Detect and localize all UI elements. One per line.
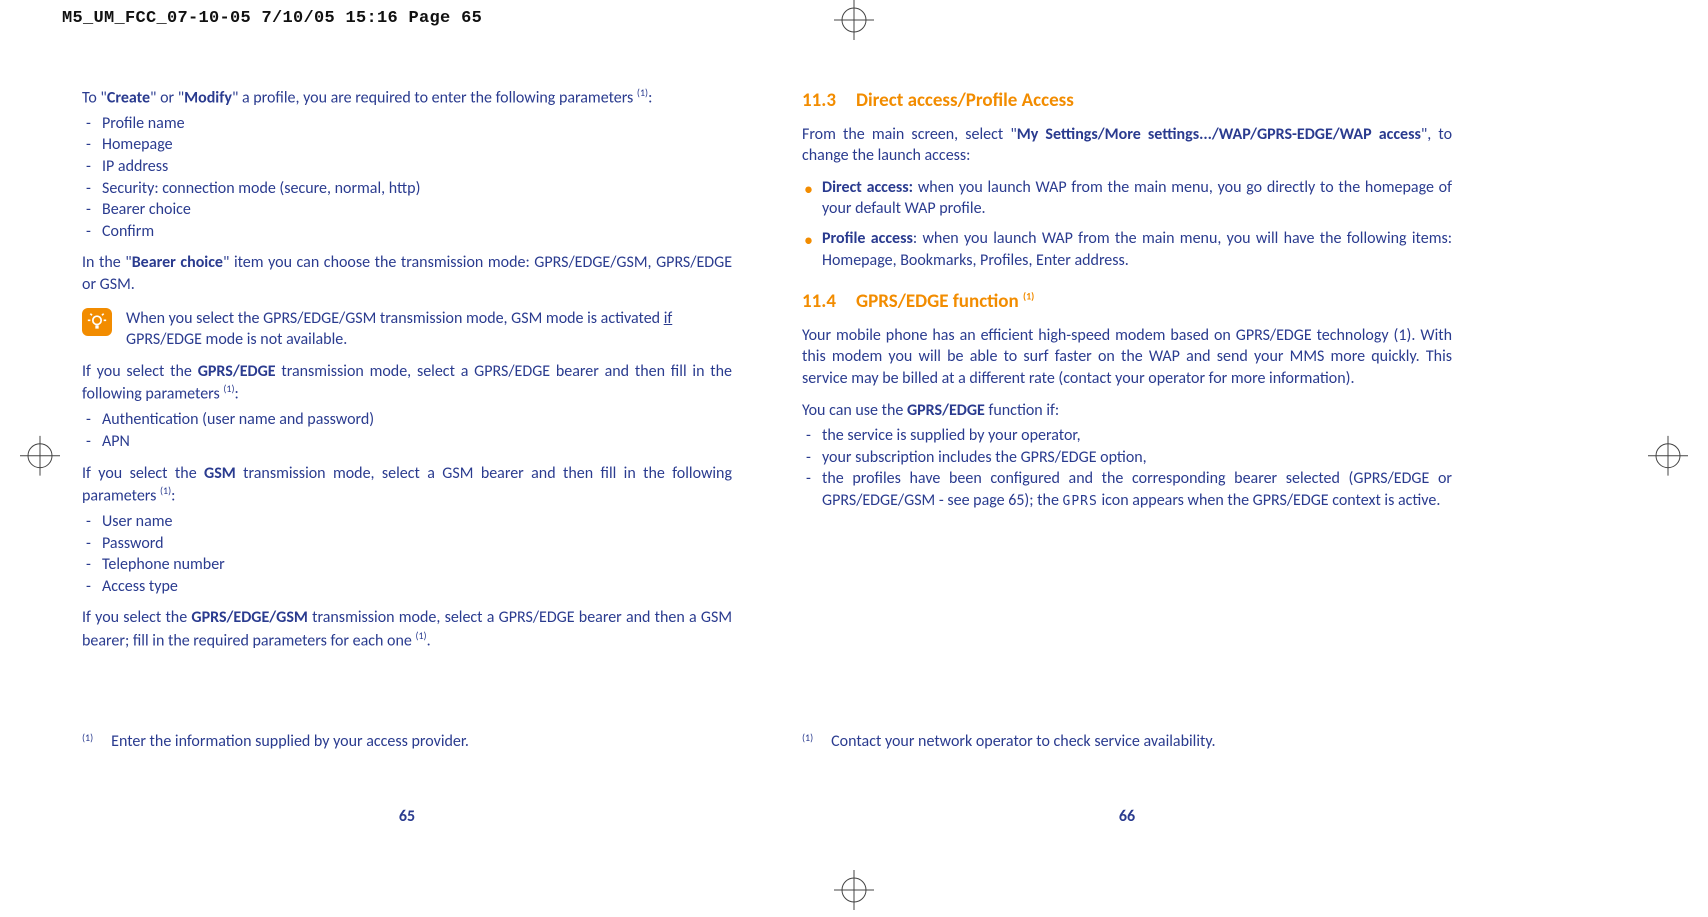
gprs-edge-description: Your mobile phone has an efficient high-…: [802, 325, 1452, 390]
crop-mark-top: [834, 0, 874, 47]
list-item: Confirm: [82, 221, 732, 243]
section-11-3-heading: 11.3Direct access/Profile Access: [802, 88, 1452, 114]
list-item: APN: [82, 431, 732, 453]
list-item: the service is supplied by your operator…: [802, 425, 1452, 447]
params-list: Profile name Homepage IP address Securit…: [82, 113, 732, 243]
crop-mark-left: [20, 435, 60, 482]
page-left: To "Create" or "Modify" a profile, you a…: [82, 86, 732, 652]
list-item: User name: [82, 511, 732, 533]
footnote-left: (1) Enter the information supplied by yo…: [82, 731, 732, 753]
page-spread: To "Create" or "Modify" a profile, you a…: [0, 31, 1708, 652]
list-item: IP address: [82, 156, 732, 178]
tip-text: When you select the GPRS/EDGE/GSM transm…: [126, 308, 732, 351]
page-right: 11.3Direct access/Profile Access From th…: [802, 86, 1452, 652]
list-item: your subscription includes the GPRS/EDGE…: [802, 447, 1452, 469]
bearer-choice-text: In the "Bearer choice" item you can choo…: [82, 252, 732, 295]
page-number-right: 66: [802, 806, 1452, 828]
page-number-left: 65: [82, 806, 732, 828]
lightbulb-icon: [82, 308, 112, 336]
footnote-marker: (1): [802, 731, 813, 753]
list-item: Direct access: when you launch WAP from …: [802, 177, 1452, 220]
footnote-right: (1) Contact your network operator to che…: [802, 731, 1452, 753]
conditions-intro: You can use the GPRS/EDGE function if:: [802, 400, 1452, 422]
footnote-text: Contact your network operator to check s…: [831, 731, 1215, 753]
list-item: the profiles have been configured and th…: [802, 468, 1452, 511]
crop-mark-right: [1648, 435, 1688, 482]
gsm-select-text: If you select the GSM transmission mode,…: [82, 463, 732, 508]
gprs-select-text: If you select the GPRS/EDGE transmission…: [82, 361, 732, 406]
list-item: Telephone number: [82, 554, 732, 576]
conditions-list: the service is supplied by your operator…: [802, 425, 1452, 511]
gprs-icon: GPRS: [1063, 494, 1098, 509]
footnote-marker: (1): [82, 731, 93, 753]
gsm-params-list: User name Password Telephone number Acce…: [82, 511, 732, 597]
footnote-text: Enter the information supplied by your a…: [111, 731, 469, 753]
list-item: Access type: [82, 576, 732, 598]
list-item: Homepage: [82, 134, 732, 156]
list-item: Authentication (user name and password): [82, 409, 732, 431]
list-item: Password: [82, 533, 732, 555]
gprs-params-list: Authentication (user name and password) …: [82, 409, 732, 452]
list-item: Profile access: when you launch WAP from…: [802, 228, 1452, 271]
launch-access-text: From the main screen, select "My Setting…: [802, 124, 1452, 167]
intro-line: To "Create" or "Modify" a profile, you a…: [82, 86, 732, 109]
list-item: Bearer choice: [82, 199, 732, 221]
both-select-text: If you select the GPRS/EDGE/GSM transmis…: [82, 607, 732, 652]
tip-callout: When you select the GPRS/EDGE/GSM transm…: [82, 308, 732, 351]
list-item: Security: connection mode (secure, norma…: [82, 178, 732, 200]
crop-mark-bottom: [834, 870, 874, 917]
access-list: Direct access: when you launch WAP from …: [802, 177, 1452, 271]
section-11-4-heading: 11.4GPRS/EDGE function (1): [802, 289, 1452, 315]
list-item: Profile name: [82, 113, 732, 135]
